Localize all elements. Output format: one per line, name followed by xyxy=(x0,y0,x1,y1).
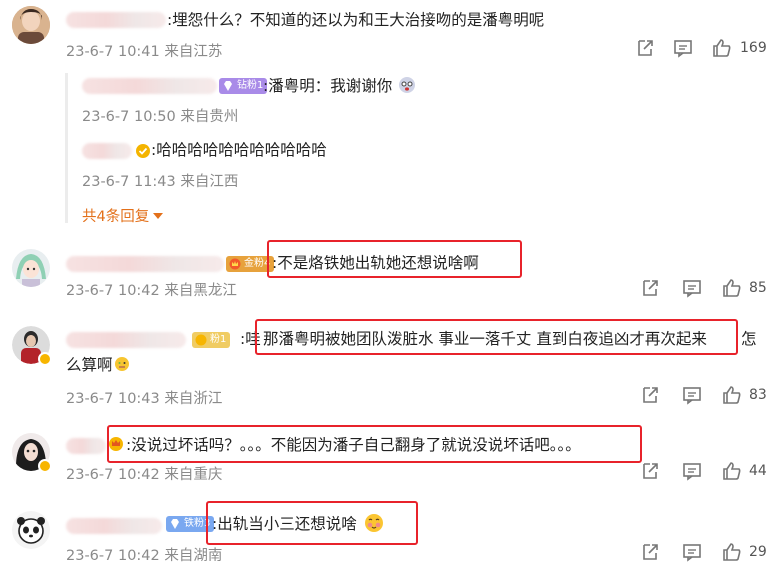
share-icon[interactable] xyxy=(640,278,660,298)
avatar[interactable] xyxy=(12,433,52,473)
like-icon[interactable] xyxy=(722,461,742,481)
comment-time: 23-6-7 10:42 来自湖南 xyxy=(66,548,223,564)
share-icon[interactable] xyxy=(640,461,660,481)
comment-icon[interactable] xyxy=(673,38,693,58)
comment-text-tail: 怎 xyxy=(741,330,757,348)
comment-item: 金粉4 :不是烙铁她出轨她还想说啥啊 23-6-7 10:42 来自黑龙江 85 xyxy=(0,232,770,312)
comment-text: :埋怨什么？不知道的还以为和王大治接吻的是潘粤明呢 xyxy=(167,11,545,29)
username-blurred[interactable] xyxy=(66,438,106,454)
like-count: 44 xyxy=(749,463,767,479)
comment-item: 铁粉3 :出轨当小三还想说啥 23-6-7 10:42 来自湖南 29 xyxy=(0,497,770,576)
share-icon[interactable] xyxy=(635,38,655,58)
crown-icon xyxy=(195,334,207,346)
comment-time: 23-6-7 10:41 来自江苏 xyxy=(66,44,223,60)
comment-item: :没说过坏话吗？。。。不能因为潘子自己翻身了就说没说坏话吧。。。 23-6-7 … xyxy=(0,417,770,497)
like-count: 169 xyxy=(740,40,767,56)
fan-badge[interactable]: 粉1 xyxy=(192,332,231,348)
comment-icon[interactable] xyxy=(682,278,702,298)
diamond-icon xyxy=(171,519,179,529)
like-count: 83 xyxy=(749,387,767,403)
reply-text: :哈哈哈哈哈哈哈哈哈哈哈 xyxy=(151,141,327,159)
reply-username-blurred[interactable] xyxy=(82,78,217,94)
triangle-down-icon xyxy=(153,213,164,219)
comment-time: 23-6-7 10:42 来自重庆 xyxy=(66,467,223,483)
avatar[interactable] xyxy=(12,249,50,287)
like-icon[interactable] xyxy=(722,278,742,298)
diamond-icon xyxy=(224,81,232,91)
comment-icon[interactable] xyxy=(682,385,702,405)
highlight-box xyxy=(267,240,522,278)
reply-username-blurred[interactable] xyxy=(82,143,132,159)
crown-icon xyxy=(229,258,241,270)
username-blurred[interactable] xyxy=(66,12,166,28)
like-icon[interactable] xyxy=(712,38,732,58)
comment-item: 粉1 :哇 那潘粤明被她团队泼脏水 事业一落千丈 直到白夜追凶才再次起来 怎 么… xyxy=(0,312,770,417)
highlight-box xyxy=(255,319,738,355)
fan-badge[interactable]: 钻粉1 xyxy=(219,78,268,94)
like-icon[interactable] xyxy=(722,385,742,405)
share-icon[interactable] xyxy=(640,542,660,562)
more-replies-link[interactable]: 共4条回复 xyxy=(82,205,164,226)
username-blurred[interactable] xyxy=(66,518,162,534)
username-blurred[interactable] xyxy=(66,332,186,348)
verified-badge-icon xyxy=(38,459,52,473)
reply-text: :潘粤明：我谢谢你 xyxy=(263,77,393,95)
comment-icon[interactable] xyxy=(682,461,702,481)
reply-time: 23-6-7 10:50 来自贵州 xyxy=(82,109,239,125)
avatar[interactable] xyxy=(12,511,50,549)
verified-badge-icon xyxy=(135,143,151,159)
highlight-box xyxy=(206,501,418,545)
avatar[interactable] xyxy=(12,6,50,44)
username-blurred[interactable] xyxy=(66,256,224,272)
comment-time: 23-6-7 10:42 来自黑龙江 xyxy=(66,283,237,299)
dizzy-face-emoji-icon xyxy=(398,76,416,94)
verified-badge-icon xyxy=(38,352,52,366)
like-count: 85 xyxy=(749,280,767,296)
like-icon[interactable] xyxy=(722,542,742,562)
comment-icon[interactable] xyxy=(682,542,702,562)
reply-thread-line xyxy=(65,73,68,223)
comment-text-line2: 么算啊 xyxy=(66,354,130,376)
like-count: 29 xyxy=(749,544,767,560)
share-icon[interactable] xyxy=(640,385,660,405)
comment-item: :埋怨什么？不知道的还以为和王大治接吻的是潘粤明呢 23-6-7 10:41 来… xyxy=(0,0,770,232)
comment-time: 23-6-7 10:43 来自浙江 xyxy=(66,391,223,407)
avatar[interactable] xyxy=(12,326,52,366)
highlight-box xyxy=(107,425,642,463)
thinking-emoji-icon xyxy=(114,356,130,372)
reply-time: 23-6-7 11:43 来自江西 xyxy=(82,174,239,190)
